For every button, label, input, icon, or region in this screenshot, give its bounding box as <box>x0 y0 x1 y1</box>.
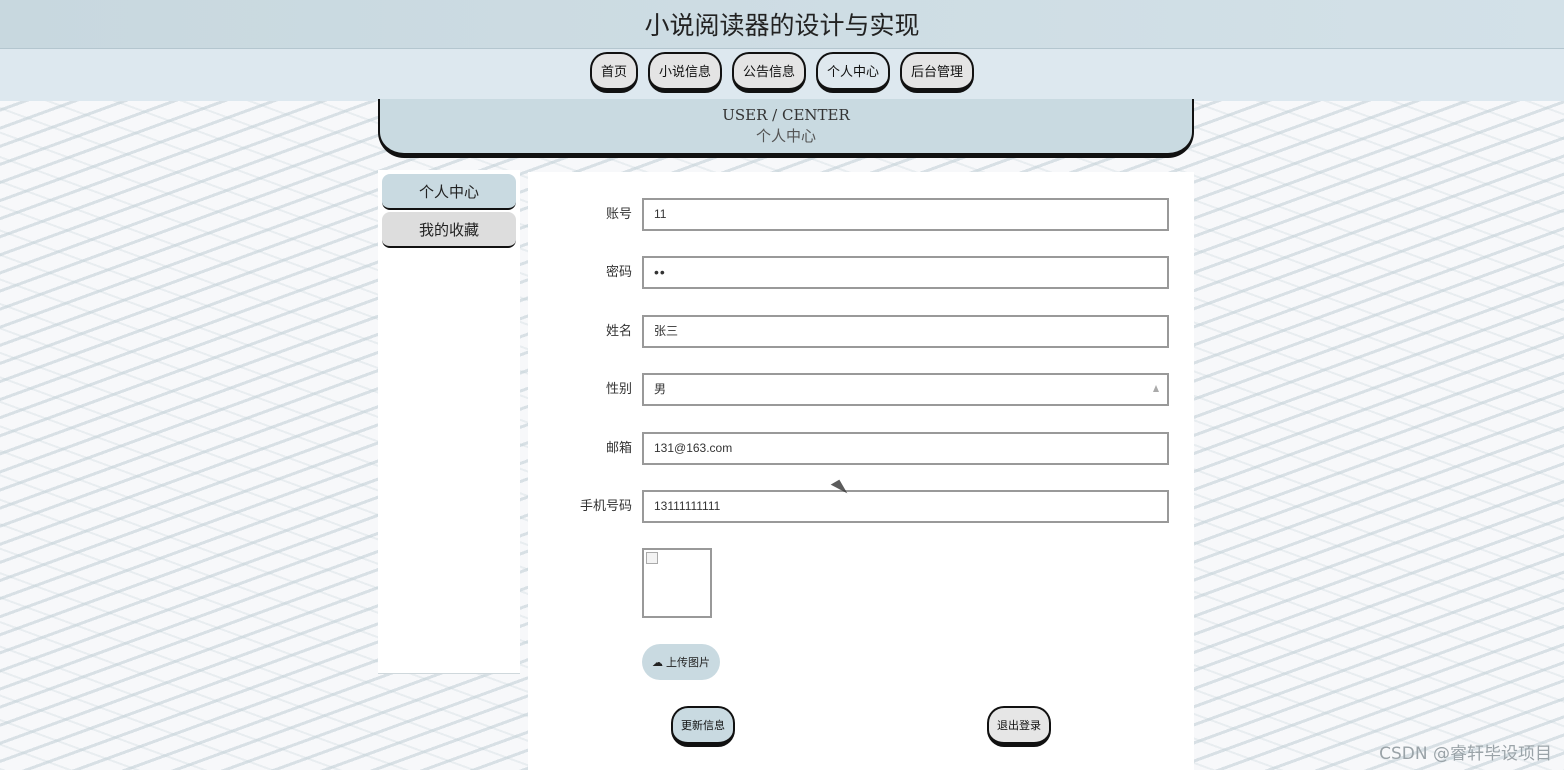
upload-button-label: 上传图片 <box>666 656 710 669</box>
section-header: USER / CENTER 个人中心 <box>378 99 1194 158</box>
sidebar: 个人中心 我的收藏 <box>378 170 520 674</box>
broken-image-icon <box>646 552 658 564</box>
section-title-en: USER / CENTER <box>722 106 850 124</box>
form-row-password: 密码 •• <box>528 256 1194 290</box>
nav-home[interactable]: 首页 <box>589 51 638 93</box>
gender-selected-value: 男 <box>654 382 667 396</box>
app-title: 小说阅读器的设计与实现 <box>644 11 920 40</box>
profile-form: 账号 11 密码 •• 姓名 张三 性别 男 邮箱 131@163.com 手机… <box>528 172 1194 770</box>
select-arrow-icon <box>1153 385 1159 392</box>
cloud-upload-icon: ☁ <box>652 655 663 669</box>
update-info-button[interactable]: 更新信息 <box>671 706 735 747</box>
account-label: 账号 <box>605 207 632 222</box>
upload-image-button[interactable]: ☁ 上传图片 <box>642 644 720 680</box>
name-label: 姓名 <box>605 324 632 339</box>
form-row-name: 姓名 张三 <box>528 315 1194 349</box>
form-row-email: 邮箱 131@163.com <box>528 432 1194 466</box>
sidebar-item-user-center[interactable]: 个人中心 <box>382 174 516 210</box>
phone-label: 手机号码 <box>579 499 632 514</box>
avatar-image-preview <box>642 548 712 618</box>
nav-novel-info[interactable]: 小说信息 <box>647 51 722 93</box>
password-label: 密码 <box>605 265 632 280</box>
gender-select[interactable]: 男 <box>642 373 1169 406</box>
email-label: 邮箱 <box>605 441 632 456</box>
nav-user-center[interactable]: 个人中心 <box>816 51 891 93</box>
name-input[interactable]: 张三 <box>642 315 1169 348</box>
phone-input[interactable]: 13111111111 <box>642 490 1169 523</box>
form-row-gender: 性别 男 <box>528 373 1194 407</box>
app-title-bar: 小说阅读器的设计与实现 <box>0 0 1564 49</box>
form-row-phone: 手机号码 13111111111 <box>528 490 1194 524</box>
logout-button[interactable]: 退出登录 <box>987 706 1051 747</box>
password-input[interactable]: •• <box>642 256 1169 289</box>
sidebar-item-favorites[interactable]: 我的收藏 <box>382 212 516 248</box>
gender-label: 性别 <box>605 382 632 397</box>
top-navigation: 首页 小说信息 公告信息 个人中心 后台管理 <box>0 49 1564 101</box>
form-row-account: 账号 11 <box>528 198 1194 232</box>
nav-admin[interactable]: 后台管理 <box>900 51 975 93</box>
watermark: CSDN @睿轩毕设项目 <box>1379 744 1552 764</box>
email-input[interactable]: 131@163.com <box>642 432 1169 465</box>
nav-announcements[interactable]: 公告信息 <box>731 51 806 93</box>
account-input[interactable]: 11 <box>642 198 1169 231</box>
section-title-cn: 个人中心 <box>755 127 816 145</box>
